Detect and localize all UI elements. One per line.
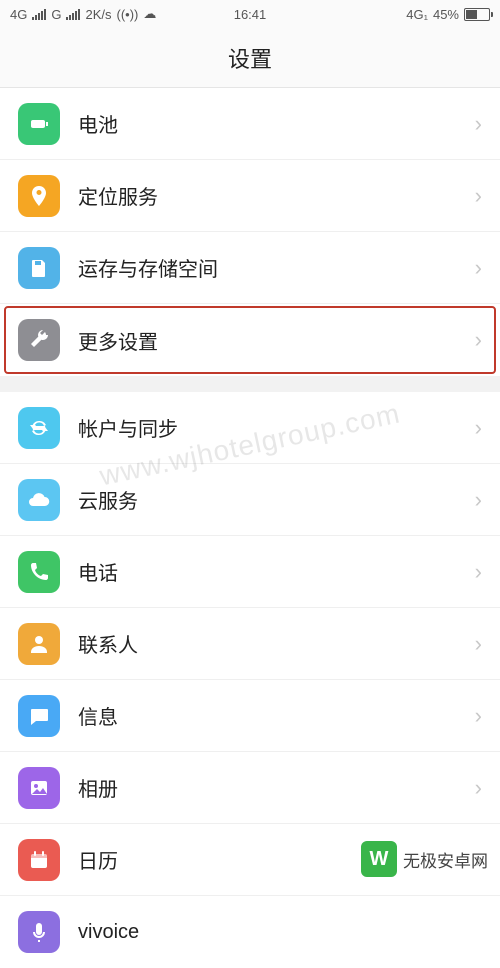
row-messages[interactable]: 信息 › — [0, 680, 500, 752]
message-icon — [18, 695, 60, 737]
row-storage[interactable]: 运存与存储空间 › — [0, 232, 500, 304]
row-phone[interactable]: 电话 › — [0, 536, 500, 608]
row-label: 运存与存储空间 — [78, 253, 475, 282]
watermark-logo-icon: W — [361, 841, 397, 877]
chevron-right-icon: › — [475, 255, 482, 281]
chevron-right-icon: › — [475, 415, 482, 441]
settings-group-2: 帐户与同步 › 云服务 › 电话 › 联系人 › 信息 › 相册 › — [0, 392, 500, 968]
phone-icon — [18, 551, 60, 593]
wrench-icon — [18, 319, 60, 361]
chevron-right-icon: › — [475, 775, 482, 801]
chevron-right-icon: › — [475, 327, 482, 353]
row-label: 电话 — [78, 557, 475, 586]
cloud-icon — [18, 479, 60, 521]
battery-icon — [464, 8, 490, 21]
row-cloud[interactable]: 云服务 › — [0, 464, 500, 536]
chevron-right-icon: › — [475, 487, 482, 513]
person-icon — [18, 623, 60, 665]
row-more-settings[interactable]: 更多设置 › — [0, 304, 500, 376]
row-account-sync[interactable]: 帐户与同步 › — [0, 392, 500, 464]
net-label-2: G — [51, 7, 61, 22]
row-label: 帐户与同步 — [78, 413, 475, 442]
mic-icon — [18, 911, 60, 953]
battery-icon — [18, 103, 60, 145]
watermark-text: 无极安卓网 — [403, 847, 488, 872]
row-battery[interactable]: 电池 › — [0, 88, 500, 160]
row-label: vivoice — [78, 921, 482, 944]
photo-icon — [18, 767, 60, 809]
chevron-right-icon: › — [475, 703, 482, 729]
battery-percent: 45% — [433, 7, 459, 22]
net-right: 4G₁ — [406, 7, 428, 22]
chevron-right-icon: › — [475, 111, 482, 137]
net-speed: 2K/s — [85, 7, 111, 22]
chevron-right-icon: › — [475, 631, 482, 657]
status-bar: 4G G 2K/s ((•)) ☁ 16:41 4G₁ 45% — [0, 0, 500, 28]
chevron-right-icon: › — [475, 183, 482, 209]
row-label: 定位服务 — [78, 181, 475, 210]
row-contacts[interactable]: 联系人 › — [0, 608, 500, 680]
watermark: W 无极安卓网 — [361, 841, 488, 877]
section-divider — [0, 376, 500, 392]
status-time: 16:41 — [234, 7, 267, 22]
net-label-1: 4G — [10, 7, 27, 22]
storage-icon — [18, 247, 60, 289]
settings-group-1: 电池 › 定位服务 › 运存与存储空间 › 更多设置 › — [0, 88, 500, 376]
page-title: 设置 — [0, 28, 500, 88]
row-label: 相册 — [78, 773, 475, 802]
calendar-icon — [18, 839, 60, 881]
cloud-status-icon: ☁ — [143, 6, 156, 22]
status-left: 4G G 2K/s ((•)) ☁ — [10, 6, 156, 22]
signal-bars-icon — [66, 9, 80, 20]
row-label: 信息 — [78, 701, 475, 730]
chevron-right-icon: › — [475, 559, 482, 585]
sync-icon — [18, 407, 60, 449]
row-vivoice[interactable]: vivoice — [0, 896, 500, 968]
row-location[interactable]: 定位服务 › — [0, 160, 500, 232]
row-label: 更多设置 — [78, 326, 475, 355]
status-right: 4G₁ 45% — [406, 7, 490, 22]
location-icon — [18, 175, 60, 217]
row-label: 云服务 — [78, 485, 475, 514]
signal-bars-icon — [32, 9, 46, 20]
wifi-hotspot-icon: ((•)) — [116, 7, 138, 22]
row-label: 电池 — [78, 109, 475, 138]
row-gallery[interactable]: 相册 › — [0, 752, 500, 824]
row-label: 联系人 — [78, 629, 475, 658]
